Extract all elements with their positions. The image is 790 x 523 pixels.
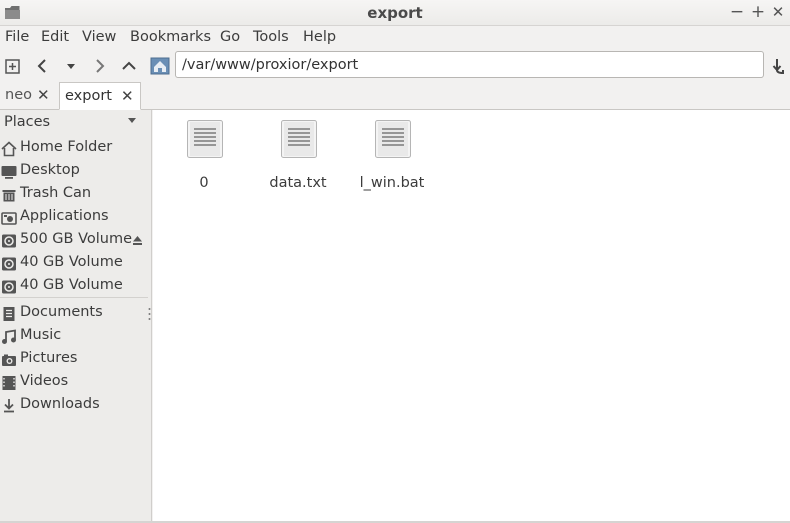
file-item[interactable]: l_win.bat [347,120,437,191]
back-button[interactable] [31,54,55,78]
trash-icon [2,190,16,202]
drive-icon [2,280,16,294]
title-bar: export − + ✕ [0,0,790,26]
up-icon [122,61,136,70]
downloads-icon [4,399,14,413]
forward-icon [96,59,105,73]
sidebar-item-label: Desktop [20,162,80,178]
up-button[interactable] [117,54,141,78]
history-dropdown-button[interactable] [59,54,83,78]
music-icon [2,329,16,344]
sidebar-item-40gb-volume-2[interactable]: 40 GB Volume [0,275,148,298]
places-header[interactable]: Places [4,114,50,130]
file-view[interactable]: 0 data.txt l_win.bat [153,110,790,521]
file-name: 0 [199,175,209,191]
eject-icon[interactable] [132,235,143,246]
home-location-button[interactable] [148,54,172,78]
pictures-icon [2,354,16,366]
home-location-icon [150,57,170,75]
text-file-icon [187,120,223,158]
sidebar-item-trash-can[interactable]: Trash Can [0,183,148,206]
menu-bar: File Edit View Bookmarks Go Tools Help [0,26,790,50]
sidebar-item-pictures[interactable]: Pictures [0,348,148,371]
sidebar-item-documents[interactable]: Documents [0,302,148,325]
sidebar-item-music[interactable]: Music [0,325,148,348]
text-file-icon [375,120,411,158]
go-button[interactable] [768,54,790,78]
sidebar-item-label: Music [20,327,62,343]
desktop-icon [1,166,17,179]
window-title: export [367,4,423,22]
location-input[interactable] [175,51,764,78]
tab-export[interactable]: export ✕ [59,82,141,110]
home-icon [1,141,17,157]
drive-icon [2,257,16,271]
sidebar-item-videos[interactable]: Videos [0,371,148,394]
sidebar-item-downloads[interactable]: Downloads [0,394,148,417]
back-icon [37,59,46,73]
sidebar-divider [0,297,148,298]
sidebar-item-label: Trash Can [20,185,92,201]
file-item[interactable]: data.txt [253,120,343,191]
drive-icon [2,234,16,248]
sidebar-item-label: Pictures [20,350,78,366]
sidebar-item-desktop[interactable]: Desktop [0,160,148,183]
file-name: l_win.bat [359,175,425,191]
minimize-button[interactable]: − [728,2,746,22]
sidebar-item-label: 40 GB Volume [20,277,123,293]
sidebar-item-applications[interactable]: Applications [0,206,148,229]
sidebar-item-label: Applications [20,208,109,224]
tab-label: neo [5,87,32,103]
sidebar-item-label: 40 GB Volume [20,254,123,270]
go-icon [772,59,784,75]
forward-button[interactable] [87,54,111,78]
tab-bar: neo ✕ export ✕ [0,82,790,110]
menu-file[interactable]: File [5,29,29,45]
sidebar-item-40gb-volume[interactable]: 40 GB Volume [0,252,148,275]
close-icon[interactable]: ✕ [37,86,50,104]
history-dropdown-icon [67,64,75,69]
sidebar-item-label: Videos [20,373,69,389]
sidebar-item-label: Documents [20,304,103,320]
tab-label: export [65,88,112,104]
file-name: data.txt [269,175,327,191]
new-tab-icon [5,59,20,74]
menu-bookmarks[interactable]: Bookmarks [130,29,211,45]
tab-neo[interactable]: neo ✕ [0,82,58,110]
resize-grip-icon[interactable] [148,307,151,321]
close-button[interactable]: ✕ [769,2,787,22]
menu-help[interactable]: Help [303,29,336,45]
videos-icon [2,376,16,390]
documents-icon [3,307,15,321]
sidebar-item-label: 500 GB Volume [20,231,133,247]
menu-view[interactable]: View [82,29,116,45]
applications-icon [1,212,17,225]
sidebar-item-label: Downloads [20,396,100,412]
menu-go[interactable]: Go [220,29,240,45]
file-item[interactable]: 0 [159,120,249,191]
sidebar-item-home-folder[interactable]: Home Folder [0,137,148,160]
sidebar-item-label: Home Folder [20,139,113,155]
new-tab-button[interactable] [1,54,25,78]
sidebar-item-500gb-volume[interactable]: 500 GB Volume [0,229,148,252]
menu-edit[interactable]: Edit [41,29,69,45]
sidebar: Places Home Folder Desktop Trash Can App… [0,110,152,523]
text-file-icon [281,120,317,158]
close-icon[interactable]: ✕ [121,87,134,105]
menu-tools[interactable]: Tools [253,29,289,45]
chevron-down-icon[interactable] [128,118,136,123]
maximize-button[interactable]: + [749,2,767,22]
